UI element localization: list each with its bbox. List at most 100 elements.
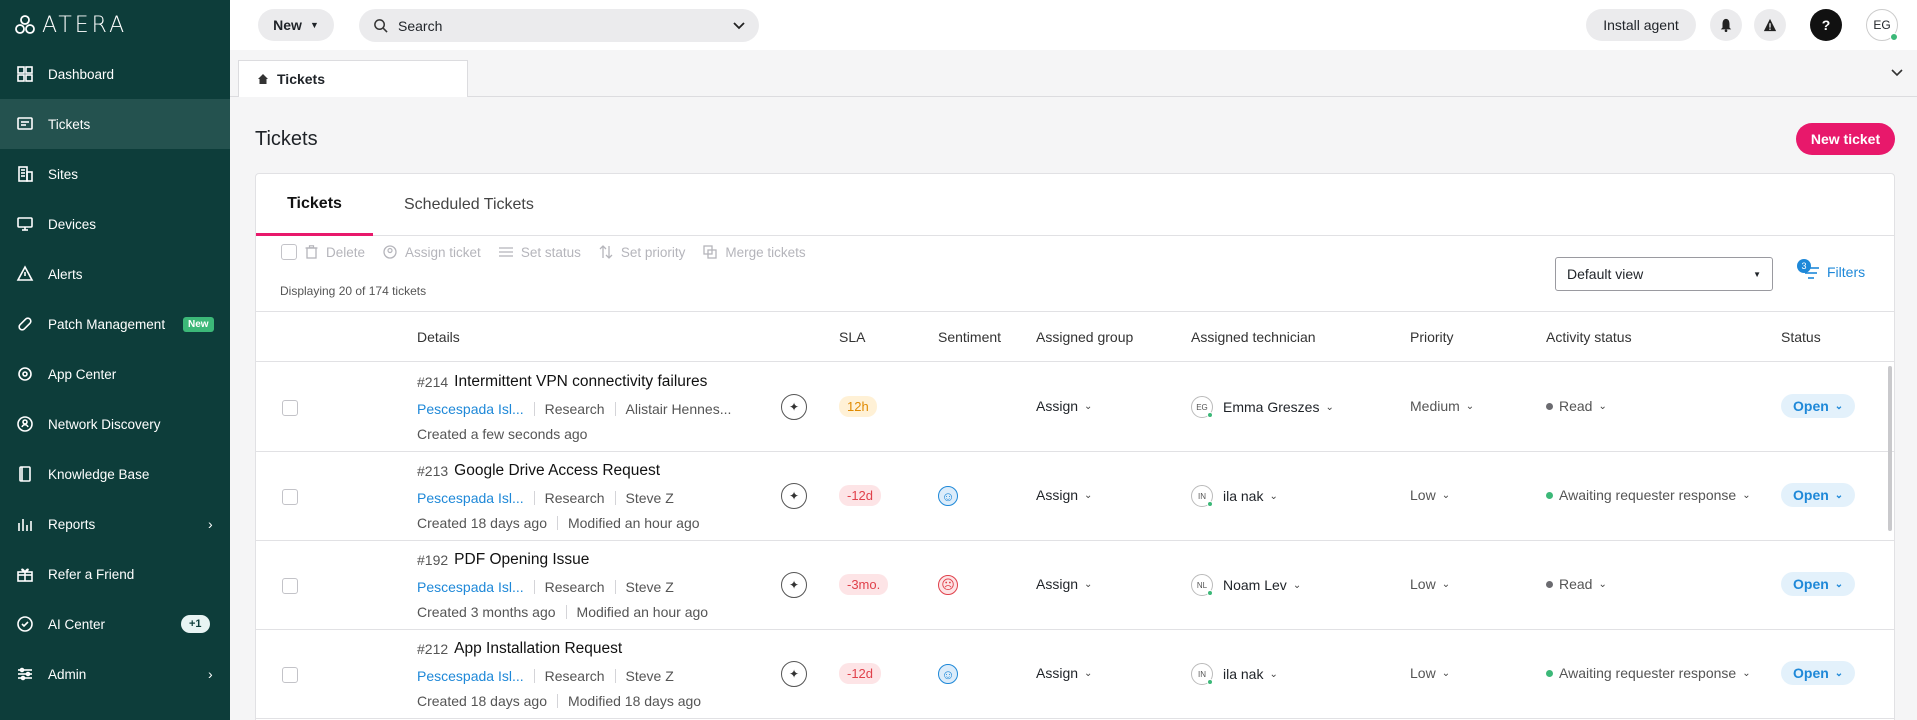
ticket-department: Research <box>544 401 605 417</box>
col-sentiment[interactable]: Sentiment <box>938 312 1001 362</box>
sidebar-item-patch-management[interactable]: Patch Management New <box>0 299 230 349</box>
col-assigned-group[interactable]: Assigned group <box>1036 312 1133 362</box>
col-assigned-technician[interactable]: Assigned technician <box>1191 312 1316 362</box>
ticket-site-link[interactable]: Pescespada Isl... <box>417 401 524 417</box>
activity-status-dropdown[interactable]: Read ⌄ <box>1546 576 1607 592</box>
ticket-title[interactable]: Google Drive Access Request <box>454 462 660 480</box>
tab-tickets[interactable]: Tickets <box>238 60 468 97</box>
assign-ticket-button[interactable]: Assign ticket <box>383 245 481 260</box>
table-row[interactable]: #214 Intermittent VPN connectivity failu… <box>256 363 1894 452</box>
col-details[interactable]: Details <box>417 312 460 362</box>
status-dropdown[interactable]: Open ⌄ <box>1781 394 1856 418</box>
set-priority-button[interactable]: Set priority <box>599 245 685 260</box>
activity-status-dropdown[interactable]: Awaiting requester response ⌄ <box>1546 487 1751 503</box>
ticket-title[interactable]: App Installation Request <box>454 640 622 658</box>
ticket-site-link[interactable]: Pescespada Isl... <box>417 579 524 595</box>
ai-sparkle-icon[interactable]: ✦ <box>781 572 807 598</box>
status-dropdown[interactable]: Open ⌄ <box>1781 661 1856 685</box>
sidebar-item-knowledge-base[interactable]: Knowledge Base <box>0 449 230 499</box>
chevron-down-icon[interactable] <box>733 21 745 30</box>
technician-dropdown[interactable]: EG Emma Greszes ⌄ <box>1191 396 1334 418</box>
chevron-down-icon: ⌄ <box>1269 668 1278 680</box>
row-checkbox[interactable] <box>282 489 298 505</box>
assign-group-dropdown[interactable]: Assign ⌄ <box>1036 576 1092 592</box>
help-icon[interactable]: ? <box>1810 9 1842 41</box>
row-checkbox[interactable] <box>282 667 298 683</box>
ticket-id: #192 <box>417 552 449 568</box>
ai-sparkle-icon[interactable]: ✦ <box>781 661 807 687</box>
sentiment-happy-icon: ☺ <box>938 664 958 684</box>
modified-time: Modified an hour ago <box>567 515 700 531</box>
priority-dropdown[interactable]: Low ⌄ <box>1410 665 1450 681</box>
activity-status-dropdown[interactable]: Read ⌄ <box>1546 398 1607 414</box>
priority-dropdown[interactable]: Medium ⌄ <box>1410 398 1474 414</box>
select-all-checkbox[interactable] <box>281 244 297 260</box>
sidebar: ATERA Dashboard Tickets Sites Devices Alerts… <box>0 0 230 720</box>
tab-scheduled-tickets[interactable]: Scheduled Tickets <box>404 174 534 236</box>
ticket-title[interactable]: PDF Opening Issue <box>454 551 589 569</box>
chevron-down-icon[interactable] <box>1891 64 1903 80</box>
assign-group-dropdown[interactable]: Assign ⌄ <box>1036 665 1092 681</box>
user-avatar[interactable]: EG <box>1866 9 1898 41</box>
bell-icon[interactable] <box>1710 9 1742 41</box>
merge-tickets-button[interactable]: Merge tickets <box>703 245 806 260</box>
ai-sparkle-icon[interactable]: ✦ <box>781 394 807 420</box>
sidebar-item-admin[interactable]: Admin › <box>0 649 230 699</box>
sidebar-item-refer-a-friend[interactable]: Refer a Friend <box>0 549 230 599</box>
priority-dropdown[interactable]: Low ⌄ <box>1410 576 1450 592</box>
status-dropdown[interactable]: Open ⌄ <box>1781 483 1856 507</box>
sidebar-item-ai-center[interactable]: AI Center +1 <box>0 599 230 649</box>
col-activity-status[interactable]: Activity status <box>1546 312 1632 362</box>
row-checkbox[interactable] <box>282 400 298 416</box>
tickets-icon <box>16 115 34 133</box>
online-status-dot <box>1207 501 1213 507</box>
col-status[interactable]: Status <box>1781 312 1821 362</box>
new-button[interactable]: New ▼ <box>258 9 334 41</box>
delete-button[interactable]: Delete <box>305 245 365 260</box>
ticket-requester[interactable]: Steve Z <box>626 668 674 684</box>
technician-dropdown[interactable]: NL Noam Lev ⌄ <box>1191 574 1301 596</box>
new-ticket-button[interactable]: New ticket <box>1796 123 1895 155</box>
search-input[interactable]: Search <box>359 9 759 42</box>
install-agent-button[interactable]: Install agent <box>1586 9 1696 41</box>
technician-dropdown[interactable]: IN ila nak ⌄ <box>1191 663 1278 685</box>
sidebar-item-app-center[interactable]: App Center <box>0 349 230 399</box>
set-status-button[interactable]: Set status <box>498 245 581 260</box>
ticket-title[interactable]: Intermittent VPN connectivity failures <box>454 373 707 391</box>
assign-group-dropdown[interactable]: Assign ⌄ <box>1036 487 1092 503</box>
sidebar-item-tickets[interactable]: Tickets <box>0 99 230 149</box>
ticket-site-link[interactable]: Pescespada Isl... <box>417 490 524 506</box>
atera-logo[interactable]: ATERA <box>14 12 127 38</box>
sidebar-item-label: Knowledge Base <box>48 466 150 482</box>
ticket-requester[interactable]: Steve Z <box>626 490 674 506</box>
table-row[interactable]: #192 PDF Opening Issue Pescespada Isl...… <box>256 541 1894 630</box>
row-checkbox[interactable] <box>282 578 298 594</box>
ticket-site-link[interactable]: Pescespada Isl... <box>417 668 524 684</box>
sidebar-item-devices[interactable]: Devices <box>0 199 230 249</box>
modified-time: Modified an hour ago <box>576 604 709 620</box>
ticket-requester[interactable]: Alistair Hennes... <box>626 401 732 417</box>
sla-badge: -3mo. <box>839 574 889 595</box>
table-row[interactable]: #213 Google Drive Access Request Pescesp… <box>256 452 1894 541</box>
sidebar-item-network-discovery[interactable]: Network Discovery <box>0 399 230 449</box>
ai-sparkle-icon[interactable]: ✦ <box>781 483 807 509</box>
table-row[interactable]: #212 App Installation Request Pescespada… <box>256 630 1894 719</box>
sidebar-item-alerts[interactable]: Alerts <box>0 249 230 299</box>
sidebar-item-reports[interactable]: Reports › <box>0 499 230 549</box>
table-scrollbar[interactable] <box>1888 366 1892 531</box>
col-priority[interactable]: Priority <box>1410 312 1454 362</box>
warning-icon[interactable] <box>1754 9 1786 41</box>
status-dropdown[interactable]: Open ⌄ <box>1781 572 1856 596</box>
filters-button[interactable]: 3 Filters <box>1797 259 1865 280</box>
sidebar-item-sites[interactable]: Sites <box>0 149 230 199</box>
col-sla[interactable]: SLA <box>839 312 865 362</box>
technician-dropdown[interactable]: IN ila nak ⌄ <box>1191 485 1278 507</box>
user-icon <box>383 245 397 259</box>
assign-group-dropdown[interactable]: Assign ⌄ <box>1036 398 1092 414</box>
ticket-requester[interactable]: Steve Z <box>626 579 674 595</box>
view-select[interactable]: Default view ▼ <box>1555 257 1773 291</box>
priority-dropdown[interactable]: Low ⌄ <box>1410 487 1450 503</box>
sidebar-item-dashboard[interactable]: Dashboard <box>0 49 230 99</box>
tab-tickets-list[interactable]: Tickets <box>256 174 373 236</box>
activity-status-dropdown[interactable]: Awaiting requester response ⌄ <box>1546 665 1751 681</box>
